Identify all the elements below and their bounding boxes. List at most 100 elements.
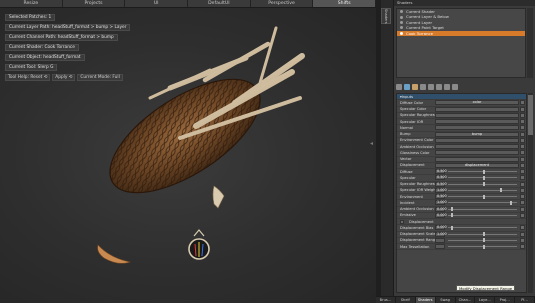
tab-projects[interactable]: Projects xyxy=(63,0,126,7)
bottom-tab[interactable]: Proj... xyxy=(495,297,516,303)
slider-handle[interactable] xyxy=(482,238,485,243)
new-shader-icon[interactable] xyxy=(396,84,402,90)
tool-row-item[interactable]: Apply ⟲ xyxy=(52,74,76,81)
property-input-field[interactable] xyxy=(435,125,519,131)
slider-handle[interactable] xyxy=(482,232,485,237)
scroll-thumb[interactable] xyxy=(528,95,533,135)
paste-icon[interactable] xyxy=(428,84,434,90)
delete-icon[interactable] xyxy=(444,84,450,90)
panel-divider[interactable] xyxy=(376,0,381,303)
property-value-input[interactable]: 0.500 xyxy=(435,169,447,175)
property-link-button[interactable] xyxy=(520,200,525,206)
property-value-input[interactable]: 1.000 xyxy=(435,231,447,237)
tab-defaultui[interactable]: DefaultUI xyxy=(188,0,251,7)
bottom-tab[interactable]: Shelf xyxy=(396,297,416,303)
property-input-field[interactable]: displacement xyxy=(435,162,519,168)
bottom-tab[interactable]: Shaders xyxy=(415,297,436,303)
slider-handle[interactable] xyxy=(451,213,454,218)
property-value-input[interactable]: 0.500 xyxy=(435,181,447,187)
property-link-button[interactable] xyxy=(520,150,525,156)
property-link-button[interactable] xyxy=(520,237,525,243)
bottom-tab[interactable]: Swag xyxy=(436,297,456,303)
property-input-field[interactable] xyxy=(435,150,519,156)
property-slider[interactable] xyxy=(448,225,517,230)
bottom-tab[interactable]: Brus... xyxy=(376,297,396,303)
property-input-field[interactable] xyxy=(435,106,519,112)
property-input-field[interactable] xyxy=(435,156,519,162)
property-link-button[interactable] xyxy=(520,244,525,250)
slider-handle[interactable] xyxy=(482,182,485,187)
3d-viewport[interactable]: Selected Patches: 1 Current Layer Path: h… xyxy=(0,8,376,303)
property-link-button[interactable] xyxy=(520,119,525,125)
layer-list-scrollbar[interactable] xyxy=(527,8,533,78)
tab-ui[interactable]: UI xyxy=(125,0,189,7)
property-link-button[interactable] xyxy=(520,156,525,162)
property-slider[interactable] xyxy=(448,200,517,205)
copy-icon[interactable] xyxy=(420,84,426,90)
property-link-button[interactable] xyxy=(520,162,525,168)
property-link-button[interactable] xyxy=(520,144,525,150)
slider-handle[interactable] xyxy=(482,175,485,180)
property-input-field[interactable] xyxy=(435,119,519,125)
slider-handle[interactable] xyxy=(499,188,502,193)
property-value-input[interactable]: 0.500 xyxy=(435,175,447,181)
property-slider[interactable] xyxy=(448,169,517,174)
property-slider[interactable] xyxy=(448,232,517,237)
property-link-button[interactable] xyxy=(520,225,525,231)
property-link-button[interactable] xyxy=(520,125,525,131)
property-slider[interactable] xyxy=(448,175,517,180)
property-input-field[interactable] xyxy=(435,112,519,118)
property-value-input[interactable]: 1.000 xyxy=(435,200,447,206)
tab-perspective[interactable]: Perspective xyxy=(251,0,314,7)
property-value-input[interactable] xyxy=(435,244,445,250)
tab-shifts[interactable]: Shifts xyxy=(313,0,377,7)
property-input-field[interactable]: color xyxy=(435,100,519,106)
displacement-checkbox[interactable] xyxy=(400,219,404,224)
property-slider[interactable] xyxy=(448,238,517,243)
property-slider[interactable] xyxy=(448,194,517,199)
property-slider[interactable] xyxy=(448,207,517,212)
property-input-field[interactable] xyxy=(435,137,519,143)
property-slider[interactable] xyxy=(448,244,517,249)
property-value-input[interactable]: 0.000 xyxy=(435,225,447,231)
property-slider[interactable] xyxy=(448,213,517,218)
slider-handle[interactable] xyxy=(482,244,485,249)
material-icon[interactable] xyxy=(412,84,418,90)
property-value-input[interactable]: 1.000 xyxy=(435,187,447,193)
side-tab-shaders[interactable]: Shaders xyxy=(381,8,391,24)
property-input-field[interactable] xyxy=(435,144,519,150)
bottom-tab[interactable]: Pl... xyxy=(515,297,535,303)
property-link-button[interactable] xyxy=(520,175,525,181)
property-link-button[interactable] xyxy=(520,194,525,200)
property-link-button[interactable] xyxy=(520,106,525,112)
slider-handle[interactable] xyxy=(482,169,485,174)
bottom-tab[interactable]: Chan... xyxy=(456,297,476,303)
property-input-field[interactable]: bump xyxy=(435,131,519,137)
property-link-button[interactable] xyxy=(520,181,525,187)
link-icon[interactable] xyxy=(436,84,442,90)
slider-handle[interactable] xyxy=(510,200,513,205)
properties-scrollbar[interactable] xyxy=(528,93,533,293)
tool-row-item[interactable]: Tool Help: Reset ⟲ xyxy=(5,74,51,81)
shader-layer-item[interactable]: Cook Torrance xyxy=(397,30,525,36)
bottom-tab[interactable]: Laye... xyxy=(475,297,496,303)
property-link-button[interactable] xyxy=(520,169,525,175)
property-slider[interactable] xyxy=(448,182,517,187)
property-value-input[interactable]: 0.000 xyxy=(435,206,447,212)
property-link-button[interactable] xyxy=(520,112,525,118)
slider-handle[interactable] xyxy=(451,207,454,212)
property-link-button[interactable] xyxy=(520,212,525,218)
property-link-button[interactable] xyxy=(520,131,525,137)
property-value-input[interactable]: 0.000 xyxy=(435,212,447,218)
property-link-button[interactable] xyxy=(520,100,525,106)
viewport-handle-icon[interactable]: ◂ xyxy=(370,140,373,147)
paint-icon[interactable] xyxy=(404,84,410,90)
property-value-input[interactable]: 0.500 xyxy=(435,194,447,200)
slider-handle[interactable] xyxy=(482,194,485,199)
property-link-button[interactable] xyxy=(520,206,525,212)
property-link-button[interactable] xyxy=(520,187,525,193)
property-link-button[interactable] xyxy=(520,137,525,143)
slider-handle[interactable] xyxy=(451,225,454,230)
property-value-input[interactable] xyxy=(435,237,445,243)
property-link-button[interactable] xyxy=(520,231,525,237)
